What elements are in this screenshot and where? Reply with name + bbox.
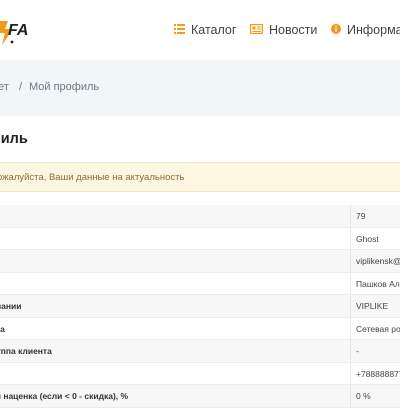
row-value-cell: VIPLIKE [350,295,400,317]
row-value: 79 [356,211,366,221]
table-row: 79 [0,205,400,228]
profile-table: 79 Ghost viplikensk@ Пашков Ал пании VIP… [0,205,400,408]
row-value-cell: +788888877 [350,362,400,384]
table-row: уппа клиента - [0,340,400,363]
row-value: Пашков Ал [356,278,400,289]
table-row: viplikensk@ [0,250,400,273]
breadcrumb-item-cabinet[interactable]: нет [0,81,9,93]
logo-text: FA [8,22,28,39]
row-value: VIPLIKE [356,301,389,311]
nav-news[interactable]: Новости [250,23,317,37]
row-value-cell: 0 % [350,385,400,407]
row-value-cell: Сетевая ро [350,317,400,339]
table-row: Пашков Ал [0,272,400,295]
row-value-cell: 79 [350,205,400,227]
nav-catalog[interactable]: Каталог [174,23,236,37]
table-row: +788888877 [0,362,400,385]
breadcrumb-item-profile: Мой профиль [29,81,100,93]
row-value: Сетевая ро [356,323,400,334]
newspaper-icon [250,23,264,37]
nav-news-label: Новости [269,23,318,37]
site-header: FA Каталог Новости Информа [0,0,400,60]
site-logo[interactable]: FA [0,15,28,47]
row-value: - [356,346,359,356]
nav-info-label: Информац [347,23,400,37]
alert-text: ожалуйста, Ваши данные на актуальность [0,172,185,183]
breadcrumb-separator: / [19,81,23,93]
page-title: филь [0,131,28,147]
row-value-cell: Ghost [350,227,400,249]
table-row: пании VIPLIKE [0,295,400,318]
row-value: +788888877 [356,368,400,379]
table-row: та Сетевая ро [0,317,400,340]
row-value: viplikensk@ [356,256,400,266]
row-label: пании [0,301,22,311]
row-value-cell: - [350,340,400,362]
table-row: Ghost [0,227,400,250]
alert-banner: ожалуйста, Ваши данные на актуальность [0,162,400,192]
nav-info[interactable]: Информац [331,23,400,37]
row-label: уппа клиента [0,346,52,356]
row-value-cell: viplikensk@ [350,250,400,272]
row-label: та [0,323,5,334]
list-icon [174,23,185,37]
row-value-cell: Пашков Ал [350,272,400,294]
table-row: я наценка (если < 0 - скидка), % 0 % [0,385,400,408]
nav-catalog-label: Каталог [191,23,237,37]
info-icon [331,23,341,37]
row-value: Ghost [356,233,379,244]
